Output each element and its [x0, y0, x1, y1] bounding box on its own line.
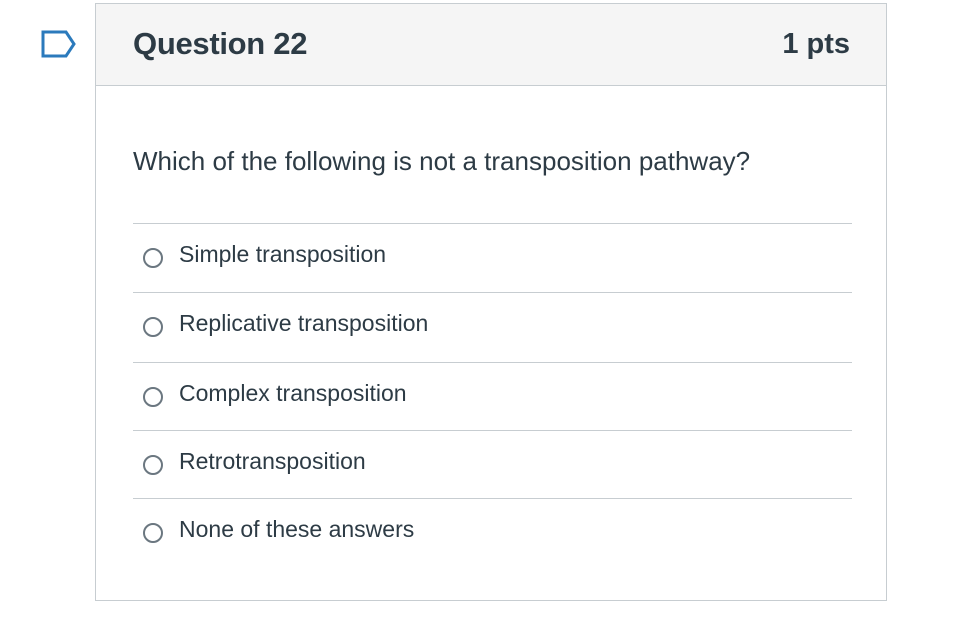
answer-label[interactable]: None of these answers	[179, 516, 414, 543]
question-text: Which of the following is not a transpos…	[133, 146, 751, 176]
radio-button[interactable]	[143, 317, 163, 337]
radio-button[interactable]	[143, 387, 163, 407]
question-points: 1 pts	[782, 28, 850, 60]
radio-button[interactable]	[143, 455, 163, 475]
quiz-page: Question 22 1 pts Which of the following…	[0, 0, 976, 636]
question-title: Question 22	[133, 26, 308, 61]
answer-option[interactable]: None of these answers	[133, 498, 852, 568]
flag-question-button[interactable]	[40, 29, 78, 59]
question-card: Question 22 1 pts Which of the following…	[95, 3, 887, 601]
answer-option[interactable]: Retrotransposition	[133, 430, 852, 498]
answer-option[interactable]: Simple transposition	[133, 223, 852, 292]
bookmark-flag-icon	[41, 30, 76, 58]
answer-list: Simple transposition Replicative transpo…	[133, 223, 852, 568]
question-header: Question 22 1 pts	[96, 4, 886, 86]
answer-option[interactable]: Replicative transposition	[133, 292, 852, 362]
answer-label[interactable]: Simple transposition	[179, 241, 386, 268]
radio-button[interactable]	[143, 248, 163, 268]
radio-button[interactable]	[143, 523, 163, 543]
answer-label[interactable]: Replicative transposition	[179, 310, 428, 337]
answer-option[interactable]: Complex transposition	[133, 362, 852, 430]
answer-label[interactable]: Retrotransposition	[179, 448, 366, 475]
answer-label[interactable]: Complex transposition	[179, 380, 407, 407]
